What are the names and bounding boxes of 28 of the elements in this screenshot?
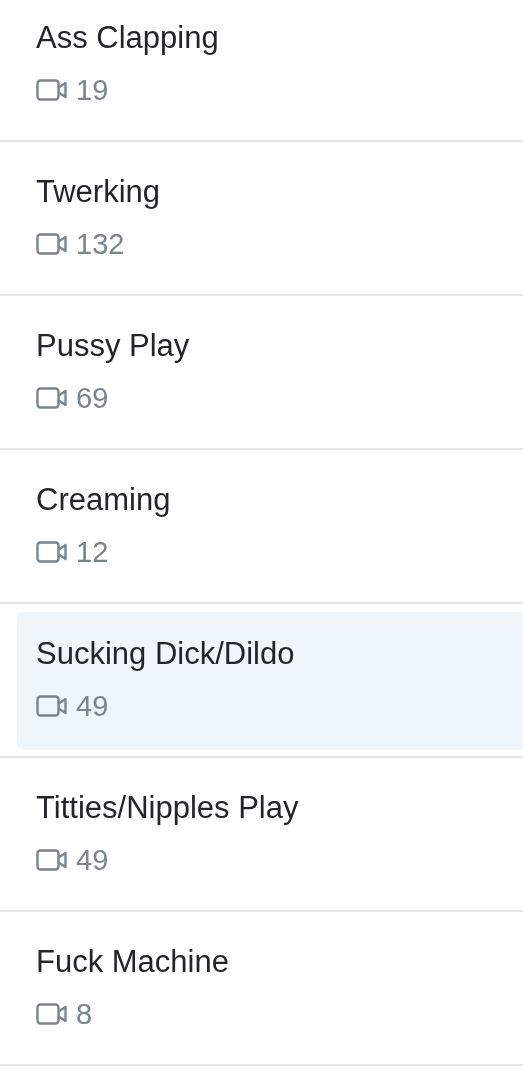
category-item[interactable]: Pussy Play 69	[17, 304, 523, 442]
category-title: Sucking Dick/Dildo	[36, 636, 296, 672]
category-title: Titties/Nipples Play	[36, 790, 300, 826]
video-camera-icon	[36, 540, 68, 564]
category-item[interactable]: Creaming 12	[17, 458, 523, 596]
video-count: 132	[76, 228, 125, 260]
category-title: Fuck Machine	[36, 944, 230, 980]
video-camera-icon	[36, 386, 68, 410]
category-item[interactable]: Twerking 132	[17, 150, 523, 288]
video-count: 49	[76, 844, 109, 876]
video-count: 69	[76, 382, 109, 414]
video-count: 19	[76, 74, 109, 106]
video-camera-icon	[36, 1002, 68, 1026]
category-item[interactable]: Ass Clapping 19	[17, 0, 523, 134]
video-count: 49	[76, 690, 109, 722]
video-camera-icon	[36, 848, 68, 872]
video-camera-icon	[36, 232, 68, 256]
category-title: Twerking	[36, 174, 162, 210]
video-camera-icon	[36, 78, 68, 102]
category-title: Creaming	[36, 482, 172, 518]
video-camera-icon	[36, 694, 68, 718]
category-title: Ass Clapping	[36, 20, 220, 56]
category-title: Pussy Play	[36, 328, 191, 364]
category-item[interactable]: Fuck Machine 8	[17, 920, 523, 1058]
category-item[interactable]: Titties/Nipples Play 49	[17, 766, 523, 904]
category-item[interactable]: Sucking Dick/Dildo 49	[17, 612, 523, 750]
video-count: 8	[76, 998, 93, 1030]
video-count: 12	[76, 536, 109, 568]
